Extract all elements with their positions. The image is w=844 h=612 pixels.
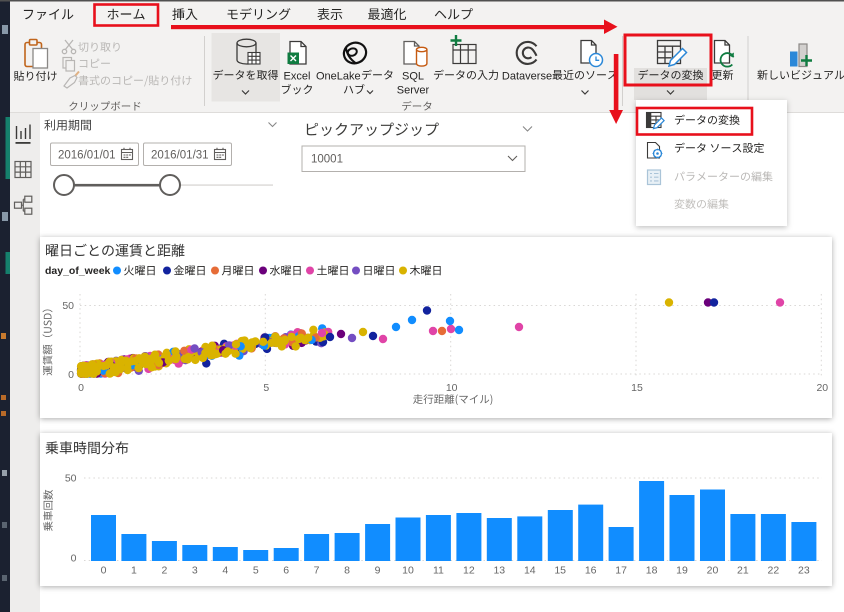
svg-text:17: 17 [615, 564, 627, 576]
svg-text:3: 3 [192, 564, 198, 576]
svg-text:Dataverse: Dataverse [502, 71, 552, 83]
svg-text:10: 10 [446, 382, 458, 394]
svg-text:2016/01/31: 2016/01/31 [151, 150, 209, 162]
svg-text:23: 23 [798, 564, 810, 576]
svg-text:50: 50 [65, 473, 77, 485]
svg-text:18: 18 [646, 564, 658, 576]
svg-text:Server: Server [397, 85, 430, 97]
svg-text:21: 21 [737, 564, 749, 576]
svg-text:7: 7 [314, 564, 320, 576]
svg-text:15: 15 [631, 382, 643, 394]
svg-text:5: 5 [253, 564, 259, 576]
svg-text:19: 19 [676, 564, 688, 576]
svg-text:16: 16 [585, 564, 597, 576]
svg-text:0: 0 [71, 553, 77, 565]
svg-text:6: 6 [283, 564, 289, 576]
svg-text:22: 22 [768, 564, 780, 576]
svg-text:14: 14 [524, 564, 536, 576]
svg-text:13: 13 [493, 564, 505, 576]
svg-text:day_of_week: day_of_week [45, 265, 111, 277]
svg-text:SQL: SQL [402, 71, 424, 83]
svg-text:10: 10 [402, 564, 414, 576]
svg-text:4: 4 [222, 564, 228, 576]
svg-text:20: 20 [707, 564, 719, 576]
svg-text:8: 8 [344, 564, 350, 576]
svg-text:0: 0 [78, 382, 84, 394]
svg-text:0: 0 [101, 564, 107, 576]
svg-text:0: 0 [68, 369, 74, 381]
svg-text:15: 15 [554, 564, 566, 576]
svg-text:OneLake: OneLake [316, 71, 361, 83]
svg-text:5: 5 [263, 382, 269, 394]
svg-text:12: 12 [463, 564, 475, 576]
svg-text:9: 9 [375, 564, 381, 576]
svg-text:10001: 10001 [311, 154, 343, 166]
svg-text:2: 2 [161, 564, 167, 576]
svg-text:1: 1 [131, 564, 137, 576]
svg-text:20: 20 [816, 382, 828, 394]
svg-text:Excel: Excel [284, 71, 311, 83]
svg-text:11: 11 [433, 564, 444, 576]
svg-text:2016/01/01: 2016/01/01 [58, 150, 116, 162]
svg-text:50: 50 [62, 300, 74, 312]
